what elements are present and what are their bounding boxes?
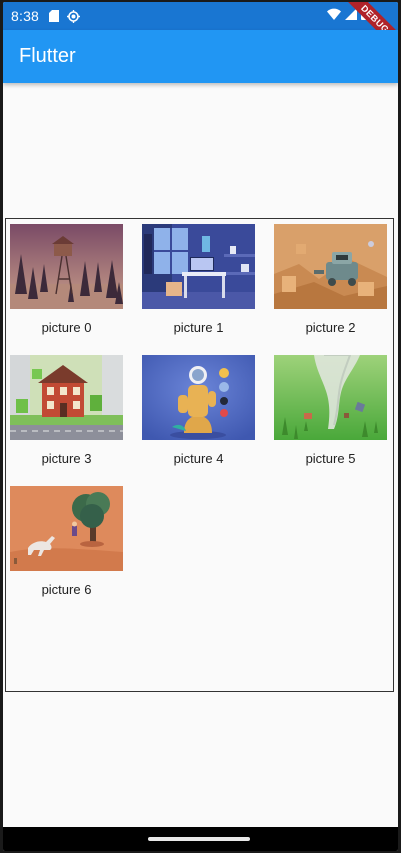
phone-screen: 8:38 DEBUG Flutter picture 0 picture 1 p… — [3, 2, 398, 851]
picture-image — [10, 224, 123, 309]
picture-image — [142, 355, 255, 440]
grid-tile[interactable]: picture 1 — [142, 224, 255, 338]
status-time: 8:38 — [11, 8, 40, 24]
grid-tile[interactable]: picture 5 — [274, 355, 387, 469]
grid-container: picture 0 picture 1 picture 2 picture 3 … — [5, 218, 394, 692]
picture-caption: picture 0 — [41, 320, 92, 335]
picture-image — [10, 355, 123, 440]
picture-caption: picture 5 — [305, 451, 356, 466]
picture-image — [274, 224, 387, 309]
system-nav-bar — [3, 827, 398, 851]
status-bar: 8:38 DEBUG — [3, 2, 398, 56]
picture-caption: picture 2 — [305, 320, 356, 335]
grid-tile[interactable]: picture 4 — [142, 355, 255, 469]
app-bar: Flutter — [3, 30, 398, 83]
grid-tile[interactable]: picture 3 — [10, 355, 123, 469]
picture-image — [10, 486, 123, 571]
picture-caption: picture 4 — [173, 451, 224, 466]
grid-tile[interactable]: picture 6 — [10, 486, 123, 600]
picture-caption: picture 6 — [41, 582, 92, 597]
grid-tile[interactable]: picture 2 — [274, 224, 387, 338]
gps-icon — [67, 9, 81, 23]
picture-caption: picture 1 — [173, 320, 224, 335]
picture-grid: picture 0 picture 1 picture 2 picture 3 … — [10, 224, 390, 600]
picture-image — [142, 224, 255, 309]
home-gesture-pill[interactable] — [148, 837, 250, 841]
app-title: Flutter — [19, 45, 76, 67]
picture-image — [274, 355, 387, 440]
grid-tile[interactable]: picture 0 — [10, 224, 123, 338]
sd-card-icon — [49, 10, 60, 22]
picture-caption: picture 3 — [41, 451, 92, 466]
wifi-icon — [327, 7, 341, 23]
